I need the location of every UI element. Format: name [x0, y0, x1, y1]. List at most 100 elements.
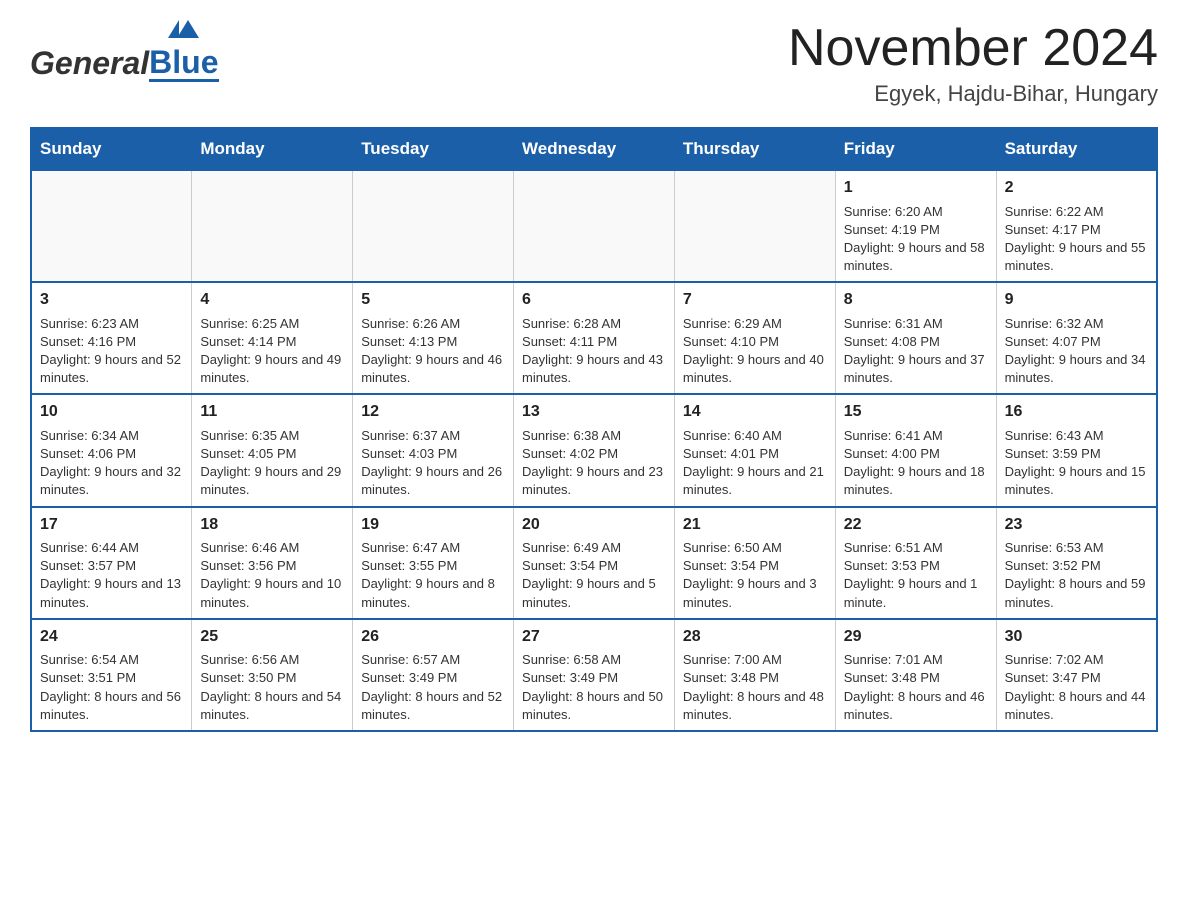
logo-blue-part: Blue: [149, 20, 218, 82]
day-number: 10: [40, 401, 183, 423]
logo-blue-text: Blue: [149, 46, 218, 82]
calendar-week-1: 1 Sunrise: 6:20 AMSunset: 4:19 PMDaylight…: [31, 170, 1157, 282]
table-row: 17 Sunrise: 6:44 AMSunset: 3:57 PMDayligh…: [31, 507, 192, 619]
table-row: 2 Sunrise: 6:22 AMSunset: 4:17 PMDaylight…: [996, 170, 1157, 282]
day-number: 26: [361, 626, 505, 648]
header: General Blue November 2024 Egyek, Hajdu-…: [30, 20, 1158, 107]
table-row: 5Sunrise: 6:26 AMSunset: 4:13 PMDaylight…: [353, 282, 514, 394]
logo-general-text: General: [30, 45, 149, 82]
day-number: 8: [844, 289, 988, 311]
day-number: 9: [1005, 289, 1148, 311]
col-thursday: Thursday: [674, 128, 835, 170]
table-row: 26Sunrise: 6:57 AMSunset: 3:49 PMDayligh…: [353, 619, 514, 731]
day-info: Sunrise: 6:53 AMSunset: 3:52 PMDaylight:…: [1005, 539, 1148, 612]
table-row: 13 Sunrise: 6:38 AMSunset: 4:02 PMDayligh…: [514, 394, 675, 506]
table-row: 20 Sunrise: 6:49 AMSunset: 3:54 PMDayligh…: [514, 507, 675, 619]
table-row: 7Sunrise: 6:29 AMSunset: 4:10 PMDaylight…: [674, 282, 835, 394]
day-info: Sunrise: 6:20 AMSunset: 4:19 PMDaylight:…: [844, 203, 988, 276]
day-number: 17: [40, 514, 183, 536]
table-row: 21 Sunrise: 6:50 AMSunset: 3:54 PMDayligh…: [674, 507, 835, 619]
day-number: 11: [200, 401, 344, 423]
day-info: Sunrise: 6:26 AMSunset: 4:13 PMDaylight:…: [361, 315, 505, 388]
day-number: 3: [40, 289, 183, 311]
day-info: Sunrise: 6:34 AMSunset: 4:06 PMDaylight:…: [40, 427, 183, 500]
table-row: 18 Sunrise: 6:46 AMSunset: 3:56 PMDayligh…: [192, 507, 353, 619]
table-row: 4 Sunrise: 6:25 AMSunset: 4:14 PMDaylight…: [192, 282, 353, 394]
table-row: 25 Sunrise: 6:56 AMSunset: 3:50 PMDayligh…: [192, 619, 353, 731]
day-number: 23: [1005, 514, 1148, 536]
month-title: November 2024: [788, 20, 1158, 77]
table-row: [353, 170, 514, 282]
table-row: 11 Sunrise: 6:35 AMSunset: 4:05 PMDayligh…: [192, 394, 353, 506]
day-info: Sunrise: 6:32 AMSunset: 4:07 PMDaylight:…: [1005, 315, 1148, 388]
table-row: 23 Sunrise: 6:53 AMSunset: 3:52 PMDayligh…: [996, 507, 1157, 619]
day-info: Sunrise: 6:43 AMSunset: 3:59 PMDaylight:…: [1005, 427, 1148, 500]
day-info: Sunrise: 6:22 AMSunset: 4:17 PMDaylight:…: [1005, 203, 1148, 276]
day-info: Sunrise: 7:02 AMSunset: 3:47 PMDaylight:…: [1005, 651, 1148, 724]
col-wednesday: Wednesday: [514, 128, 675, 170]
day-number: 30: [1005, 626, 1148, 648]
table-row: 27Sunrise: 6:58 AMSunset: 3:49 PMDayligh…: [514, 619, 675, 731]
table-row: 22 Sunrise: 6:51 AMSunset: 3:53 PMDayligh…: [835, 507, 996, 619]
day-info: Sunrise: 6:31 AMSunset: 4:08 PMDaylight:…: [844, 315, 988, 388]
day-number: 28: [683, 626, 827, 648]
day-info: Sunrise: 6:54 AMSunset: 3:51 PMDaylight:…: [40, 651, 183, 724]
day-number: 15: [844, 401, 988, 423]
day-info: Sunrise: 6:44 AMSunset: 3:57 PMDaylight:…: [40, 539, 183, 612]
day-info: Sunrise: 6:50 AMSunset: 3:54 PMDaylight:…: [683, 539, 827, 612]
table-row: 15 Sunrise: 6:41 AMSunset: 4:00 PMDayligh…: [835, 394, 996, 506]
col-sunday: Sunday: [31, 128, 192, 170]
table-row: [674, 170, 835, 282]
col-tuesday: Tuesday: [353, 128, 514, 170]
table-row: 3 Sunrise: 6:23 AMSunset: 4:16 PMDaylight…: [31, 282, 192, 394]
table-row: 24 Sunrise: 6:54 AMSunset: 3:51 PMDayligh…: [31, 619, 192, 731]
day-number: 14: [683, 401, 827, 423]
day-number: 12: [361, 401, 505, 423]
table-row: 14 Sunrise: 6:40 AMSunset: 4:01 PMDayligh…: [674, 394, 835, 506]
header-row: Sunday Monday Tuesday Wednesday Thursday…: [31, 128, 1157, 170]
day-info: Sunrise: 6:49 AMSunset: 3:54 PMDaylight:…: [522, 539, 666, 612]
table-row: 29Sunrise: 7:01 AMSunset: 3:48 PMDayligh…: [835, 619, 996, 731]
calendar-week-5: 24 Sunrise: 6:54 AMSunset: 3:51 PMDayligh…: [31, 619, 1157, 731]
day-info: Sunrise: 6:51 AMSunset: 3:53 PMDaylight:…: [844, 539, 988, 612]
day-number: 13: [522, 401, 666, 423]
day-number: 20: [522, 514, 666, 536]
day-info: Sunrise: 6:25 AMSunset: 4:14 PMDaylight:…: [200, 315, 344, 388]
day-number: 24: [40, 626, 183, 648]
day-info: Sunrise: 6:58 AMSunset: 3:49 PMDaylight:…: [522, 651, 666, 724]
day-info: Sunrise: 6:37 AMSunset: 4:03 PMDaylight:…: [361, 427, 505, 500]
day-info: Sunrise: 6:47 AMSunset: 3:55 PMDaylight:…: [361, 539, 505, 612]
day-info: Sunrise: 6:40 AMSunset: 4:01 PMDaylight:…: [683, 427, 827, 500]
table-row: 30 Sunrise: 7:02 AMSunset: 3:47 PMDayligh…: [996, 619, 1157, 731]
title-area: November 2024 Egyek, Hajdu-Bihar, Hungar…: [788, 20, 1158, 107]
col-monday: Monday: [192, 128, 353, 170]
day-info: Sunrise: 6:38 AMSunset: 4:02 PMDaylight:…: [522, 427, 666, 500]
day-info: Sunrise: 6:56 AMSunset: 3:50 PMDaylight:…: [200, 651, 344, 724]
day-number: 16: [1005, 401, 1148, 423]
day-number: 7: [683, 289, 827, 311]
day-number: 2: [1005, 177, 1148, 199]
day-info: Sunrise: 6:28 AMSunset: 4:11 PMDaylight:…: [522, 315, 666, 388]
table-row: 28Sunrise: 7:00 AMSunset: 3:48 PMDayligh…: [674, 619, 835, 731]
day-info: Sunrise: 6:23 AMSunset: 4:16 PMDaylight:…: [40, 315, 183, 388]
calendar-table: Sunday Monday Tuesday Wednesday Thursday…: [30, 127, 1158, 732]
day-number: 18: [200, 514, 344, 536]
day-number: 25: [200, 626, 344, 648]
table-row: 6 Sunrise: 6:28 AMSunset: 4:11 PMDaylight…: [514, 282, 675, 394]
calendar-week-3: 10 Sunrise: 6:34 AMSunset: 4:06 PMDayligh…: [31, 394, 1157, 506]
table-row: 9 Sunrise: 6:32 AMSunset: 4:07 PMDaylight…: [996, 282, 1157, 394]
day-number: 21: [683, 514, 827, 536]
table-row: 12 Sunrise: 6:37 AMSunset: 4:03 PMDayligh…: [353, 394, 514, 506]
table-row: [514, 170, 675, 282]
day-number: 6: [522, 289, 666, 311]
day-info: Sunrise: 6:46 AMSunset: 3:56 PMDaylight:…: [200, 539, 344, 612]
table-row: 10 Sunrise: 6:34 AMSunset: 4:06 PMDayligh…: [31, 394, 192, 506]
day-number: 1: [844, 177, 988, 199]
calendar-week-4: 17 Sunrise: 6:44 AMSunset: 3:57 PMDayligh…: [31, 507, 1157, 619]
day-info: Sunrise: 6:35 AMSunset: 4:05 PMDaylight:…: [200, 427, 344, 500]
day-number: 22: [844, 514, 988, 536]
calendar-week-2: 3 Sunrise: 6:23 AMSunset: 4:16 PMDaylight…: [31, 282, 1157, 394]
day-info: Sunrise: 6:41 AMSunset: 4:00 PMDaylight:…: [844, 427, 988, 500]
table-row: 19Sunrise: 6:47 AMSunset: 3:55 PMDayligh…: [353, 507, 514, 619]
day-number: 4: [200, 289, 344, 311]
